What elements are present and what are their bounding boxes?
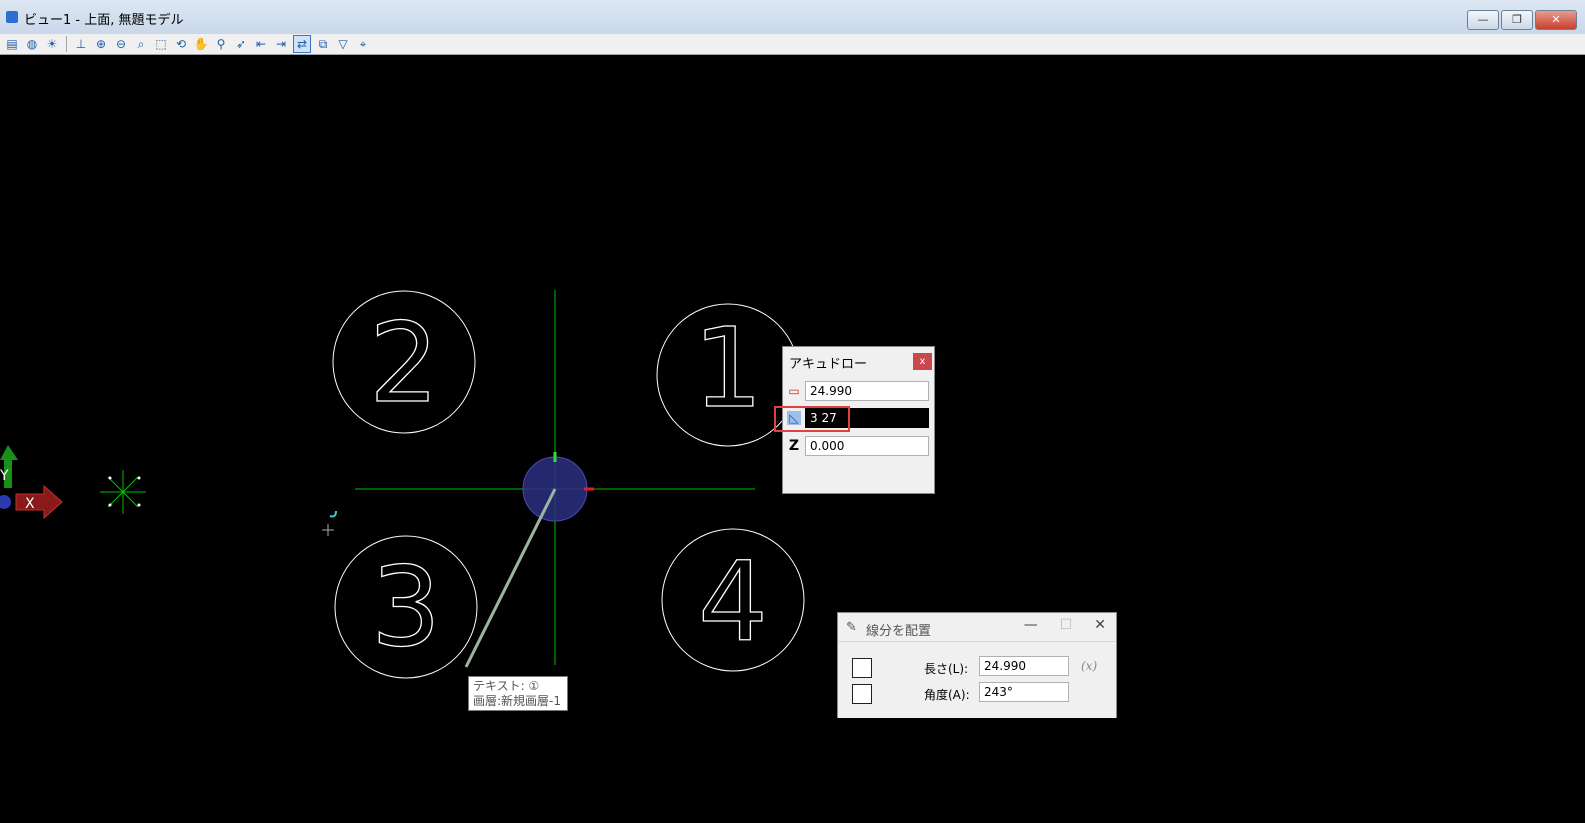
place-line-title: 線分を配置 (866, 624, 932, 639)
place-line-body: 長さ(L): 角度(A): (x) (838, 641, 1116, 718)
length-field[interactable] (979, 656, 1069, 676)
length-lock-checkbox[interactable] (852, 658, 872, 678)
accudraw-z-field[interactable] (805, 436, 929, 456)
view-window-icon (6, 11, 18, 23)
length-label: 長さ(L): (924, 662, 969, 676)
accudraw-close-button[interactable]: x (913, 353, 932, 370)
accudraw-distance-field[interactable] (805, 381, 929, 401)
window-area-icon[interactable]: ⌕ (133, 36, 149, 52)
tooltip-text-line: テキスト: ① (473, 679, 540, 693)
update-view-icon[interactable]: ⊥ (73, 36, 89, 52)
z-label: Z (788, 438, 800, 454)
camera-icon[interactable]: ⌖ (355, 36, 371, 52)
restore-button[interactable]: ❐ (1501, 10, 1533, 30)
distance-icon: ▭ (788, 384, 800, 398)
circle-3-label: 3 (371, 543, 441, 671)
view-toggle-icon[interactable]: ⇄ (293, 35, 311, 53)
x-axis-label: X (25, 496, 35, 512)
rotate-view-icon[interactable]: ⟲ (173, 36, 189, 52)
window-controls: — ❐ ✕ (1467, 10, 1577, 30)
expression-button[interactable]: (x) (1081, 659, 1097, 673)
element-tooltip: テキスト: ① 画層:新規画層-1 (468, 676, 568, 711)
angle-field-highlight (774, 406, 850, 432)
accudraw-z-row: Z (787, 436, 932, 458)
accudraw-title: アキュドロー (789, 357, 868, 372)
view-next-icon[interactable]: ⇥ (273, 36, 289, 52)
close-button[interactable]: ✕ (1535, 10, 1577, 30)
fit-view-icon[interactable]: ⬚ (153, 36, 169, 52)
angle-lock-checkbox[interactable] (852, 684, 872, 704)
accudraw-distance-row: ▭ (787, 381, 932, 403)
window-title: ビュー1 - 上面, 無題モデル (24, 13, 184, 28)
angle-field[interactable] (979, 682, 1069, 702)
circle-4-label: 4 (698, 538, 768, 666)
view-previous-icon[interactable]: ⇤ (253, 36, 269, 52)
x-axis-arrow (15, 484, 63, 520)
origin-marker (0, 495, 11, 509)
walk-icon[interactable]: ⚲ (213, 36, 229, 52)
zoom-in-icon[interactable]: ⊕ (93, 36, 109, 52)
minimize-button[interactable]: — (1467, 10, 1499, 30)
lighting-icon[interactable]: ☀ (44, 36, 60, 52)
tool-settings-icon: ✎ (846, 620, 857, 635)
place-line-minimize-button[interactable]: — (1024, 617, 1038, 633)
place-line-close-button[interactable]: ✕ (1094, 617, 1106, 633)
cursor-snap-icon (329, 510, 337, 518)
clip-mask-icon[interactable]: ▽ (335, 36, 351, 52)
display-style-icon[interactable]: ◍ (24, 36, 40, 52)
title-bar: ビュー1 - 上面, 無題モデル — ❐ ✕ (0, 0, 1585, 35)
toolbar-separator (66, 36, 67, 52)
pan-view-icon[interactable]: ✋ (193, 36, 209, 52)
tooltip-level-line: 画層:新規画層-1 (473, 694, 562, 708)
place-line-maximize-button[interactable]: ☐ (1060, 617, 1073, 633)
circle-1-label: 1 (693, 304, 763, 432)
y-axis-label: Y (0, 468, 9, 484)
view-toolbar: ▤ ◍ ☀ ⊥ ⊕ ⊖ ⌕ ⬚ ⟲ ✋ ⚲ ➶ ⇤ ⇥ ⇄ ⧉ ▽ ⌖ (0, 34, 1585, 55)
circle-2-label: 2 (369, 299, 439, 427)
angle-label: 角度(A): (924, 688, 970, 702)
view-attributes-icon[interactable]: ▤ (4, 36, 20, 52)
place-line-window-controls: — ☐ ✕ (1024, 617, 1106, 633)
clip-volume-icon[interactable]: ⧉ (315, 36, 331, 52)
fly-icon[interactable]: ➶ (233, 36, 249, 52)
place-line-dialog: ✎ 線分を配置 — ☐ ✕ 長さ(L): 角度(A): (x) (837, 612, 1117, 718)
dynamic-line-segment (464, 488, 557, 668)
zoom-out-icon[interactable]: ⊖ (113, 36, 129, 52)
